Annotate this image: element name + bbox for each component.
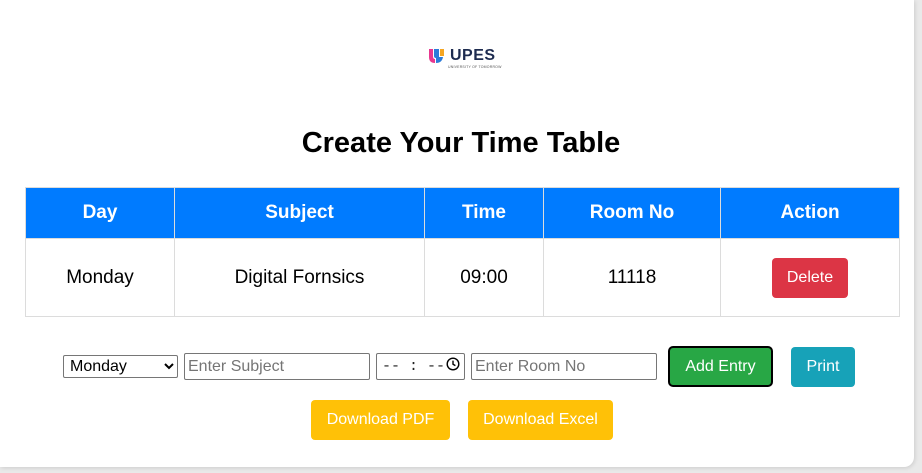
column-header-action: Action [720, 187, 900, 239]
table-header-row: Day Subject Time Room No Action [25, 187, 900, 239]
upes-logo: UPES UNIVERSITY OF TOMORROW [427, 46, 502, 74]
download-excel-button[interactable]: Download Excel [468, 400, 613, 440]
print-button[interactable]: Print [791, 347, 855, 387]
room-input[interactable] [471, 353, 657, 380]
cell-subject: Digital Fornsics [174, 238, 425, 317]
day-select[interactable]: Monday [63, 355, 178, 378]
logo-text: UPES [450, 47, 496, 64]
column-header-time: Time [424, 187, 544, 239]
timetable: Day Subject Time Room No Action Monday D… [25, 187, 900, 317]
delete-button[interactable]: Delete [772, 257, 848, 298]
page-title: Create Your Time Table [301, 127, 621, 159]
clock-icon[interactable] [446, 357, 460, 376]
logo-subtext: UNIVERSITY OF TOMORROW [448, 65, 502, 69]
cell-time: 09:00 [424, 238, 544, 317]
subject-input[interactable] [184, 353, 370, 380]
column-header-subject: Subject [174, 187, 425, 239]
download-pdf-button[interactable]: Download PDF [311, 400, 450, 440]
cell-action: Delete [720, 238, 900, 317]
column-header-day: Day [25, 187, 175, 239]
time-input[interactable]: -- : -- [376, 353, 465, 380]
add-entry-button[interactable]: Add Entry [668, 346, 773, 387]
column-header-room: Room No [543, 187, 721, 239]
time-input-value: -- : -- [382, 358, 446, 375]
table-row: Monday Digital Fornsics 09:00 11118 Dele… [25, 238, 900, 317]
upes-logo-mark-icon [429, 49, 444, 63]
cell-day: Monday [25, 238, 175, 317]
cell-room: 11118 [543, 238, 721, 317]
